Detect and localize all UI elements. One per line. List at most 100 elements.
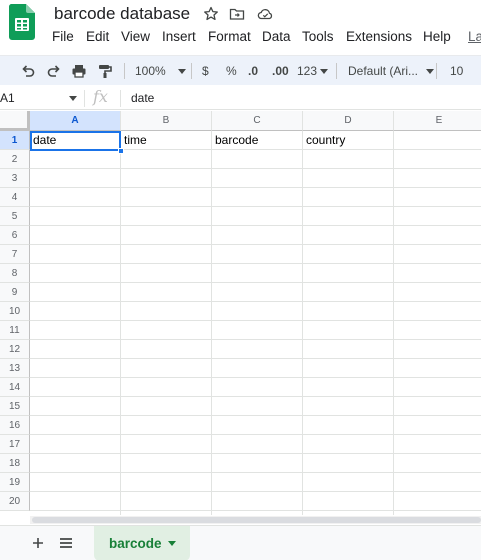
column-header-c[interactable]: C bbox=[212, 111, 303, 131]
menu-view[interactable]: View bbox=[121, 29, 150, 44]
menu-tools[interactable]: Tools bbox=[302, 29, 334, 44]
column-header-b[interactable]: B bbox=[121, 111, 212, 131]
toolbar-separator bbox=[191, 63, 192, 79]
row-header-17[interactable]: 17 bbox=[0, 435, 30, 454]
row-header-7[interactable]: 7 bbox=[0, 245, 30, 264]
grid-row-line bbox=[30, 491, 481, 492]
toolbar-separator bbox=[124, 63, 125, 79]
font-family-select[interactable]: Default (Ari... bbox=[348, 62, 435, 80]
zoom-dropdown-icon bbox=[177, 68, 186, 74]
name-box[interactable]: A1 bbox=[0, 91, 82, 107]
column-header-d[interactable]: D bbox=[303, 111, 394, 131]
grid-row-line bbox=[30, 377, 481, 378]
grid-row-line bbox=[30, 472, 481, 473]
row-header-9[interactable]: 9 bbox=[0, 283, 30, 302]
grid-row-line bbox=[30, 263, 481, 264]
formula-input[interactable]: date bbox=[131, 91, 154, 105]
font-dropdown-icon bbox=[426, 68, 435, 74]
move-to-folder-icon[interactable] bbox=[229, 6, 245, 22]
menu-file[interactable]: File bbox=[52, 29, 74, 44]
menu-insert[interactable]: Insert bbox=[162, 29, 196, 44]
row-header-2[interactable]: 2 bbox=[0, 150, 30, 169]
horizontal-scrollbar[interactable] bbox=[30, 516, 481, 524]
grid-column-line bbox=[393, 131, 394, 515]
grid-column-line bbox=[120, 131, 121, 515]
column-header-e[interactable]: E bbox=[394, 111, 481, 131]
row-header-10[interactable]: 10 bbox=[0, 302, 30, 321]
row-header-8[interactable]: 8 bbox=[0, 264, 30, 283]
sheet-tab-dropdown-icon bbox=[168, 541, 176, 546]
menu-edit[interactable]: Edit bbox=[86, 29, 109, 44]
row-header-12[interactable]: 12 bbox=[0, 340, 30, 359]
menu-format[interactable]: Format bbox=[208, 29, 251, 44]
scrollbar-thumb[interactable] bbox=[32, 517, 481, 523]
column-header-a[interactable]: A bbox=[30, 111, 121, 131]
row-header-3[interactable]: 3 bbox=[0, 169, 30, 188]
grid-row-line bbox=[30, 168, 481, 169]
row-header-15[interactable]: 15 bbox=[0, 397, 30, 416]
toolbar: 100% $ % .0 .00 123 Default (Ari... 10 bbox=[0, 55, 481, 85]
row-header-20[interactable]: 20 bbox=[0, 492, 30, 511]
grid-row-line bbox=[30, 244, 481, 245]
formula-bar-separator bbox=[84, 90, 85, 107]
spreadsheet-grid[interactable]: A B C D E 1 2 3 4 5 6 7 8 9 10 11 12 13 14 15 16 17 18 19 2… bbox=[0, 111, 481, 515]
paint-format-icon[interactable] bbox=[97, 62, 113, 80]
format-percent-button[interactable]: % bbox=[226, 62, 237, 80]
row-header-4[interactable]: 4 bbox=[0, 188, 30, 207]
grid-row-line bbox=[30, 282, 481, 283]
increase-decimal-label: .00 bbox=[272, 64, 289, 78]
increase-decimal-button[interactable]: .00 bbox=[272, 62, 289, 80]
add-sheet-icon[interactable] bbox=[30, 535, 46, 551]
zoom-value: 100% bbox=[135, 64, 166, 78]
menu-last-edit-link[interactable]: La bbox=[468, 29, 481, 44]
currency-label: $ bbox=[202, 64, 209, 78]
undo-icon[interactable] bbox=[20, 62, 36, 80]
row-header-1[interactable]: 1 bbox=[0, 131, 30, 150]
row-header-6[interactable]: 6 bbox=[0, 226, 30, 245]
app-header: barcode database File Edit View Insert F… bbox=[0, 0, 481, 52]
sheet-tab-label: barcode bbox=[109, 536, 162, 551]
cell-d1[interactable]: country bbox=[303, 131, 394, 150]
zoom-select[interactable]: 100% bbox=[135, 62, 186, 80]
sheets-logo-icon[interactable] bbox=[8, 4, 36, 40]
row-header-14[interactable]: 14 bbox=[0, 378, 30, 397]
row-header-18[interactable]: 18 bbox=[0, 454, 30, 473]
cell-reference: A1 bbox=[0, 91, 15, 105]
menu-help[interactable]: Help bbox=[423, 29, 451, 44]
cell-e1[interactable] bbox=[394, 131, 481, 150]
font-size-select[interactable]: 10 bbox=[450, 62, 463, 80]
percent-label: % bbox=[226, 64, 237, 78]
more-formats-select[interactable]: 123 bbox=[297, 62, 329, 80]
grid-row-line bbox=[30, 453, 481, 454]
grid-row-line bbox=[30, 510, 481, 511]
cell-b1[interactable]: time bbox=[121, 131, 212, 150]
toolbar-separator bbox=[336, 63, 337, 79]
row-header-16[interactable]: 16 bbox=[0, 416, 30, 435]
format-currency-button[interactable]: $ bbox=[202, 62, 209, 80]
fx-icon: fx bbox=[93, 87, 108, 106]
fill-handle[interactable] bbox=[118, 148, 124, 154]
document-title[interactable]: barcode database bbox=[54, 4, 190, 24]
redo-icon[interactable] bbox=[46, 62, 62, 80]
row-header-5[interactable]: 5 bbox=[0, 207, 30, 226]
select-all-corner[interactable] bbox=[0, 111, 30, 131]
grid-column-line bbox=[302, 131, 303, 515]
print-icon[interactable] bbox=[71, 62, 87, 80]
cloud-saved-icon[interactable] bbox=[257, 6, 273, 22]
cell-c1[interactable]: barcode bbox=[212, 131, 303, 150]
menu-extensions[interactable]: Extensions bbox=[346, 29, 412, 44]
grid-row-line bbox=[30, 225, 481, 226]
all-sheets-menu-icon[interactable] bbox=[58, 536, 74, 550]
row-header-11[interactable]: 11 bbox=[0, 321, 30, 340]
grid-column-line bbox=[211, 131, 212, 515]
star-icon[interactable] bbox=[203, 6, 219, 22]
formula-bar: A1 fx date bbox=[0, 87, 481, 110]
font-size-label: 10 bbox=[450, 64, 464, 78]
grid-row-line bbox=[30, 187, 481, 188]
sheet-tab-barcode[interactable]: barcode bbox=[94, 526, 190, 560]
decrease-decimal-button[interactable]: .0 bbox=[248, 62, 258, 80]
row-header-19[interactable]: 19 bbox=[0, 473, 30, 492]
font-family-label: Default (Ari... bbox=[348, 64, 419, 78]
row-header-13[interactable]: 13 bbox=[0, 359, 30, 378]
menu-data[interactable]: Data bbox=[262, 29, 291, 44]
